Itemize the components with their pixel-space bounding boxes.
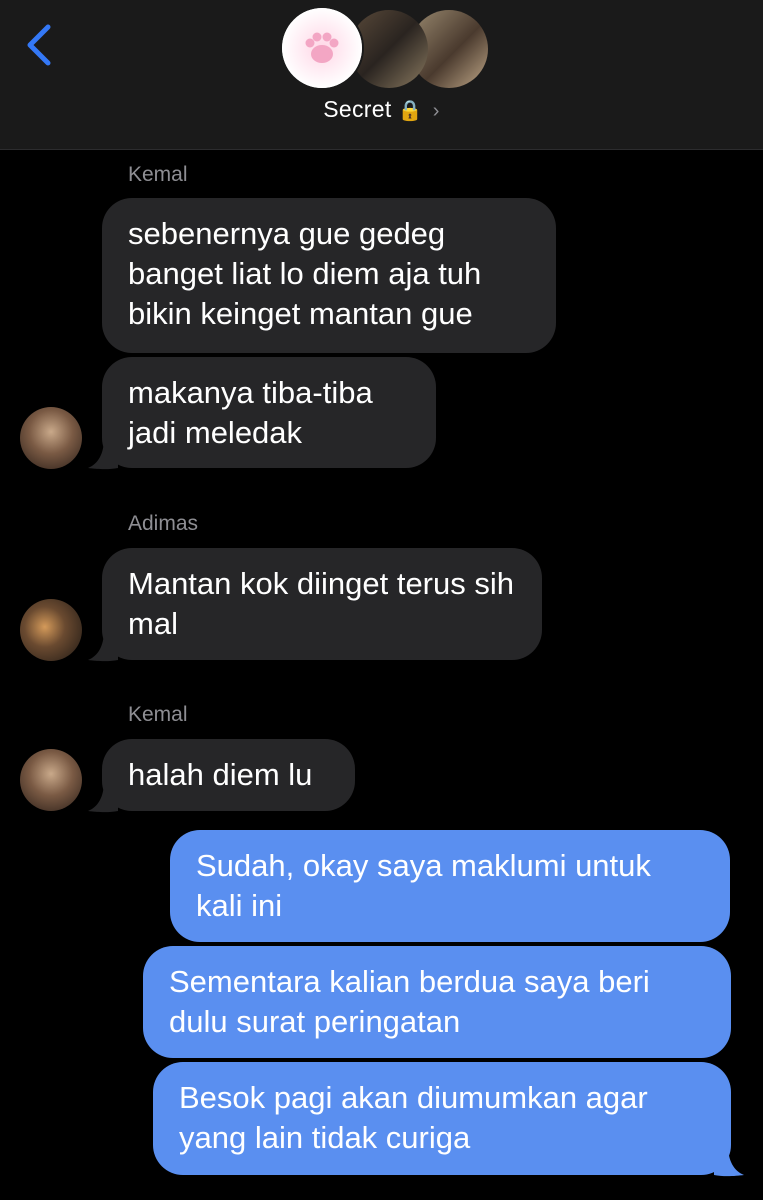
sender-name: Kemal [128,163,188,186]
group-avatar-stack[interactable] [280,6,490,92]
avatar-kemal[interactable] [20,407,82,469]
message-bubble[interactable]: sebenernya gue gedeg banget liat lo diem… [102,198,556,353]
avatar-adimas[interactable] [20,599,82,661]
message-bubble-outgoing[interactable]: Sudah, okay saya maklumi untuk kali ini [170,830,730,942]
bubble-tail [88,438,118,470]
bubble-tail [88,781,118,813]
bubble-tail [714,1145,744,1177]
message-bubble-outgoing[interactable]: Sementara kalian berdua saya beri dulu s… [143,946,731,1058]
group-name-button[interactable]: Secret 🔒 › [0,96,763,123]
message-bubble[interactable]: halah diem lu [102,739,355,811]
chat-header: Secret 🔒 › [0,0,763,150]
message-bubble-outgoing[interactable]: Besok pagi akan diumumkan agar yang lain… [153,1062,731,1175]
sender-name: Adimas [128,512,199,535]
paw-icon [280,6,364,90]
back-button[interactable] [22,22,58,68]
chevron-right-icon: › [432,100,440,122]
lock-icon: 🔒 [397,100,423,122]
bubble-tail [88,630,118,662]
sender-name: Kemal [128,703,188,726]
group-name: Secret [323,96,392,122]
avatar-kemal[interactable] [20,749,82,811]
message-bubble[interactable]: Mantan kok diinget terus sih mal [102,548,542,660]
message-bubble[interactable]: makanya tiba-tiba jadi meledak [102,357,436,468]
chevron-left-icon [27,24,51,66]
